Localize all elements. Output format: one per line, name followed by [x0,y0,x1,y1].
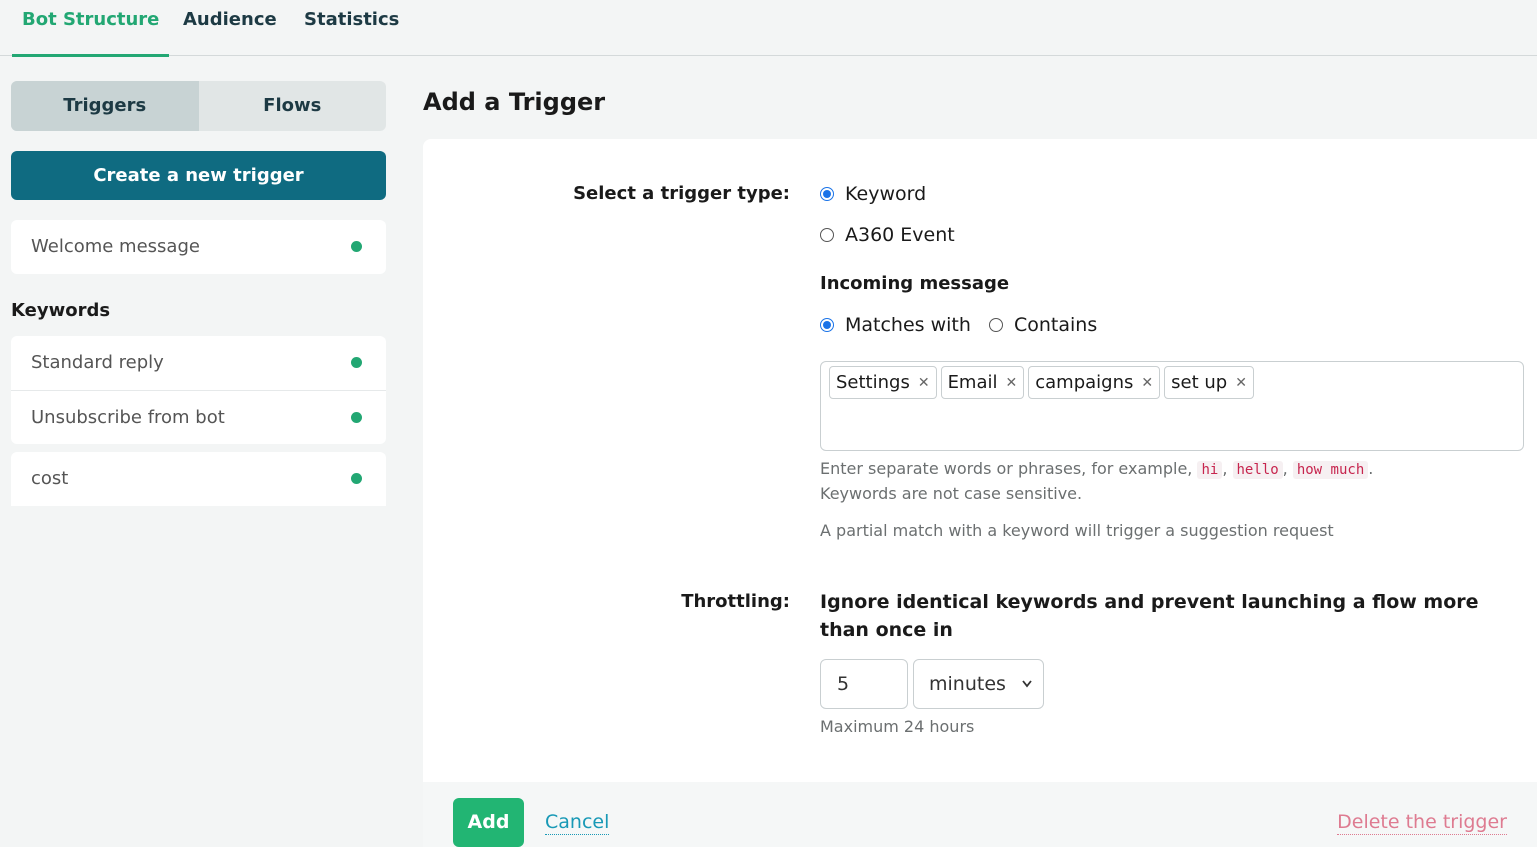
tab-audience[interactable]: Audience [173,0,287,56]
example-code: hi [1197,461,1223,479]
throttling-label: Throttling: [681,591,790,612]
radio-keyword-label: Keyword [845,183,927,205]
list-item-label: Standard reply [31,352,164,373]
status-dot [351,357,362,368]
example-code: how much [1292,461,1369,479]
status-dot [351,241,362,252]
radio-a360-control[interactable] [820,228,834,242]
trigger-type-label: Select a trigger type: [573,183,790,204]
delete-trigger-link[interactable]: Delete the trigger [1337,810,1507,835]
remove-tag-icon[interactable]: ✕ [1006,375,1018,391]
list-item-label: Unsubscribe from bot [31,407,225,428]
top-nav: Bot Structure Audience Statistics [0,0,1537,57]
throttle-unit-select[interactable]: minutes [913,659,1044,709]
chevron-down-icon [1021,660,1033,728]
keyword-tag-label: set up [1171,372,1228,393]
list-item-cost[interactable]: cost [11,452,386,506]
keyword-tag: set up ✕ [1164,366,1254,399]
example-code: hello [1232,461,1283,479]
keyword-tag: Settings ✕ [829,366,937,399]
hint-prefix: Enter separate words or phrases, for exa… [820,459,1193,478]
remove-tag-icon[interactable]: ✕ [1235,375,1247,391]
radio-matches-control[interactable] [820,318,834,332]
tab-bot-structure[interactable]: Bot Structure [12,0,170,57]
list-item-standard-reply[interactable]: Standard reply [11,336,386,390]
keywords-hint-examples: Enter separate words or phrases, for exa… [820,459,1374,479]
cost-card: cost [11,452,386,506]
segment-triggers[interactable]: Triggers [11,81,199,131]
status-dot [351,473,362,484]
throttling-description: Ignore identical keywords and prevent la… [820,591,1479,641]
create-trigger-button[interactable]: Create a new trigger [11,151,386,200]
keyword-tag: Email ✕ [940,366,1025,399]
trigger-flow-switch: Triggers Flows [11,81,386,131]
segment-flows[interactable]: Flows [199,81,387,131]
keyword-tag-label: Email [947,372,998,393]
radio-matches-with[interactable]: Matches with [820,314,971,336]
throttle-unit-value: minutes [929,673,1006,695]
radio-keyword[interactable]: Keyword [820,183,926,205]
remove-tag-icon[interactable]: ✕ [918,375,930,391]
keywords-card: Standard reply Unsubscribe from bot [11,336,386,444]
keywords-tag-input[interactable]: Settings ✕ Email ✕ campaigns ✕ set up ✕ [820,361,1524,451]
radio-contains-label: Contains [1014,314,1098,336]
incoming-message-heading: Incoming message [820,273,1010,294]
list-item-welcome-message[interactable]: Welcome message [11,220,386,274]
radio-a360-event[interactable]: A360 Event [820,224,955,246]
keywords-heading: Keywords [11,300,111,321]
page-title: Add a Trigger [423,88,606,116]
list-item-unsubscribe[interactable]: Unsubscribe from bot [11,390,386,444]
radio-matches-label: Matches with [845,314,971,336]
throttle-hint: Maximum 24 hours [820,717,975,736]
radio-contains-control[interactable] [989,318,1003,332]
keywords-hint-partial: A partial match with a keyword will trig… [820,521,1334,540]
radio-contains[interactable]: Contains [989,314,1097,336]
keyword-tag-label: Settings [836,372,910,393]
radio-keyword-control[interactable] [820,187,834,201]
list-item-label: cost [31,468,69,489]
list-item-label: Welcome message [31,236,200,257]
tab-statistics[interactable]: Statistics [294,0,409,56]
add-button[interactable]: Add [453,798,524,847]
keyword-tag-label: campaigns [1035,372,1134,393]
radio-a360-label: A360 Event [845,224,955,246]
remove-tag-icon[interactable]: ✕ [1141,375,1153,391]
keywords-hint-case: Keywords are not case sensitive. [820,484,1083,503]
keyword-tag: campaigns ✕ [1028,366,1161,399]
throttle-value-input[interactable]: 5 [820,659,908,709]
welcome-card: Welcome message [11,220,386,274]
status-dot [351,412,362,423]
cancel-link[interactable]: Cancel [545,810,610,835]
